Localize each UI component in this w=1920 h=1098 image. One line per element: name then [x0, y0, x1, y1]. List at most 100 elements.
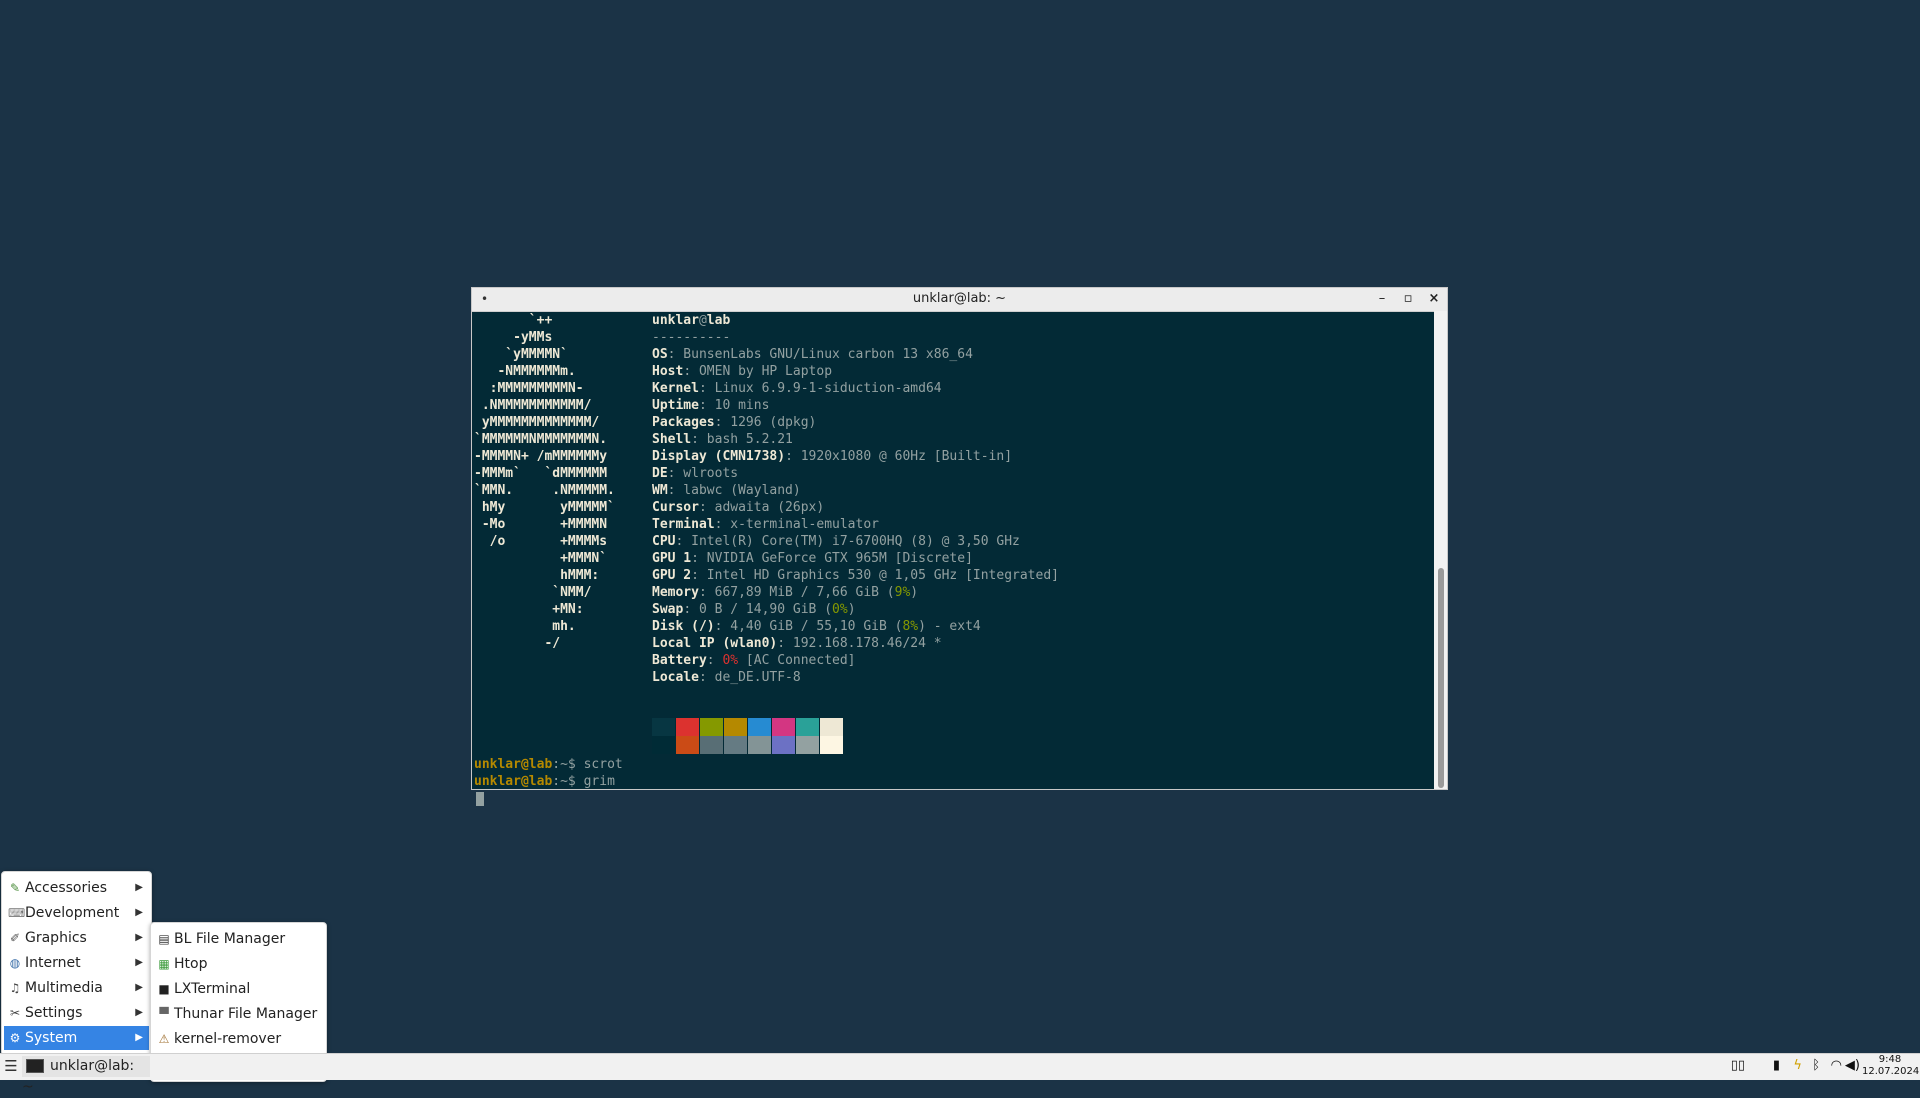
menu-item-multimedia[interactable]: ♫ Multimedia ▶ — [4, 976, 149, 1000]
info-value: : — [706, 653, 723, 668]
info-tail: [AC Connected] — [738, 653, 856, 668]
info-line: DE: wlroots — [652, 465, 738, 482]
taskbar-task-terminal[interactable]: unklar@lab: ~ — [22, 1056, 150, 1095]
ascii-logo-line: +MMMN` — [474, 551, 608, 566]
close-button[interactable]: × — [1425, 290, 1443, 308]
window-titlebar[interactable]: • unklar@lab: ~ – ▫ × — [472, 288, 1447, 312]
color-swatch — [772, 718, 795, 736]
color-swatch — [724, 736, 747, 754]
ascii-logo-line: -MMMMN+ /mMMMMMMy — [474, 449, 608, 464]
terminal-window[interactable]: • unklar@lab: ~ – ▫ × `++ -yMMs `yMMMMN`… — [471, 287, 1448, 806]
menu-item-system[interactable]: ⚙ System ▶ — [4, 1026, 149, 1050]
menu-item-bl-file-manager[interactable]: ▤ BL File Manager — [153, 927, 324, 951]
htop-icon: ▦ — [158, 957, 170, 971]
ascii-logo-line: mh. — [474, 619, 576, 634]
ascii-logo-line: :MMMMMMMMMN- — [474, 381, 584, 396]
info-value: : labwc (Wayland) — [667, 483, 801, 498]
info-value: : Intel(R) Core(TM) i7-6700HQ (8) @ 3,50… — [675, 534, 1020, 549]
terminal-content[interactable]: `++ -yMMs `yMMMMN` -NMMMMMMm. :MMMMMMMMM… — [474, 312, 1433, 806]
info-line: OS: BunsenLabs GNU/Linux carbon 13 x86_6… — [652, 346, 973, 363]
menu-item-internet[interactable]: ◍ Internet ▶ — [4, 951, 149, 975]
color-swatch — [772, 736, 795, 754]
info-percent: 0% — [832, 602, 848, 617]
ascii-logo-line: -/ — [474, 636, 561, 651]
minimize-button[interactable]: – — [1373, 290, 1391, 308]
ascii-logo-line: -NMMMMMMm. — [474, 364, 576, 379]
menu-item-label: Accessories — [25, 880, 108, 896]
info-key: Display (CMN1738) — [652, 449, 786, 464]
info-key: OS — [652, 347, 668, 362]
info-value: : BunsenLabs GNU/Linux carbon 13 x86_64 — [667, 347, 973, 362]
menu-item-label: Htop — [174, 956, 208, 972]
menu-item-kernel-remover[interactable]: ⚠ kernel-remover — [153, 1027, 324, 1051]
chevron-right-icon: ▶ — [135, 1032, 143, 1043]
application-menu: ✎ Accessories ▶ ⌨ Development ▶ ✐ Graphics ▶ ◍ Int… — [1, 871, 152, 1056]
ascii-logo-line: `MMMMMMNMMMMMMMN. — [474, 432, 608, 447]
prompt-line: unklar@lab:~$ grim — [474, 773, 615, 790]
ascii-logo-line: `yMMMMN` — [474, 347, 568, 362]
menu-item-accessories[interactable]: ✎ Accessories ▶ — [4, 876, 149, 900]
text-cursor — [476, 792, 484, 806]
info-line: Cursor: adwaita (26px) — [652, 499, 824, 516]
clock[interactable]: 9:48 12.07.2024 — [1862, 1054, 1919, 1078]
scrollbar-thumb[interactable] — [1438, 568, 1444, 788]
info-key: Cursor — [652, 500, 699, 515]
maximize-button[interactable]: ▫ — [1399, 290, 1417, 308]
info-key: WM — [652, 483, 668, 498]
menu-item-htop[interactable]: ▦ Htop — [153, 952, 324, 976]
color-swatch — [796, 718, 819, 736]
info-tail: ) — [910, 585, 919, 600]
bluetooth-icon[interactable]: ᛒ — [1812, 1056, 1820, 1076]
menu-item-thunar-file-manager[interactable]: ▀ Thunar File Manager — [153, 1002, 324, 1026]
command-text: grim — [583, 774, 615, 789]
menu-item-label: System — [25, 1030, 78, 1046]
menu-item-label: BL File Manager — [174, 931, 286, 947]
volume-icon[interactable]: ◀) — [1845, 1056, 1860, 1076]
terminal-icon — [26, 1059, 44, 1073]
ascii-logo-line: -yMMs — [474, 330, 553, 345]
panel-icon[interactable]: ▯▯ — [1731, 1056, 1745, 1076]
color-swatch — [652, 736, 675, 754]
menu-item-label: Graphics — [25, 930, 87, 946]
ascii-logo-line: .NMMMMMMMMMMM/ — [474, 398, 592, 413]
info-line: Locale: de_DE.UTF-8 — [652, 669, 801, 686]
chevron-right-icon: ▶ — [135, 1007, 143, 1018]
info-line: Shell: bash 5.2.21 — [652, 431, 793, 448]
terminal-scrollbar[interactable] — [1434, 311, 1447, 789]
info-key: Packages — [652, 415, 715, 430]
command-text: scrot — [583, 757, 623, 772]
menu-item-graphics[interactable]: ✐ Graphics ▶ — [4, 926, 149, 950]
menu-item-label: Settings — [25, 1005, 83, 1021]
battery-icon[interactable]: ▮ — [1773, 1056, 1780, 1076]
ascii-logo-line: `MMN. .NMMMMM. — [474, 483, 615, 498]
info-line: Local IP (wlan0): 192.168.178.46/24 * — [652, 635, 942, 652]
info-value: : wlroots — [667, 466, 739, 481]
info-key: Local IP (wlan0) — [652, 636, 778, 651]
chevron-right-icon: ▶ — [135, 932, 143, 943]
color-swatch — [724, 718, 747, 736]
wifi-icon[interactable]: ◠ — [1831, 1056, 1842, 1076]
development-icon: ⌨ — [8, 906, 26, 920]
kernel-remover-icon: ⚠ — [158, 1032, 170, 1046]
ascii-logo-line: -MMMm` `dMMMMMM — [474, 466, 608, 481]
info-value: : 1296 (dpkg) — [714, 415, 817, 430]
prompt-suffix: :~$ — [552, 774, 584, 789]
prompt-user: unklar@lab — [474, 757, 553, 772]
power-icon[interactable]: ϟ — [1793, 1056, 1802, 1076]
chevron-right-icon: ▶ — [135, 957, 143, 968]
clock-time: 9:48 — [1878, 1054, 1902, 1065]
ascii-logo-line: hMy yMMMMM` — [474, 500, 615, 515]
window-title: unklar@lab: ~ — [912, 291, 1007, 306]
menu-item-settings[interactable]: ✂ Settings ▶ — [4, 1001, 149, 1025]
menu-button[interactable]: ☰ — [2, 1057, 20, 1075]
ascii-logo-line: hMMM: — [474, 568, 600, 583]
chevron-right-icon: ▶ — [135, 982, 143, 993]
info-key: GPU 1 — [652, 551, 692, 566]
menu-item-development[interactable]: ⌨ Development ▶ — [4, 901, 149, 925]
info-key: Terminal — [652, 517, 715, 532]
menu-item-lxterminal[interactable]: ■ LXTerminal — [153, 977, 324, 1001]
file-manager-icon: ▤ — [158, 932, 170, 946]
color-swatch — [652, 718, 675, 736]
info-line: Display (CMN1738): 1920x1080 @ 60Hz [Bui… — [652, 448, 1012, 465]
info-key: Memory — [652, 585, 699, 600]
